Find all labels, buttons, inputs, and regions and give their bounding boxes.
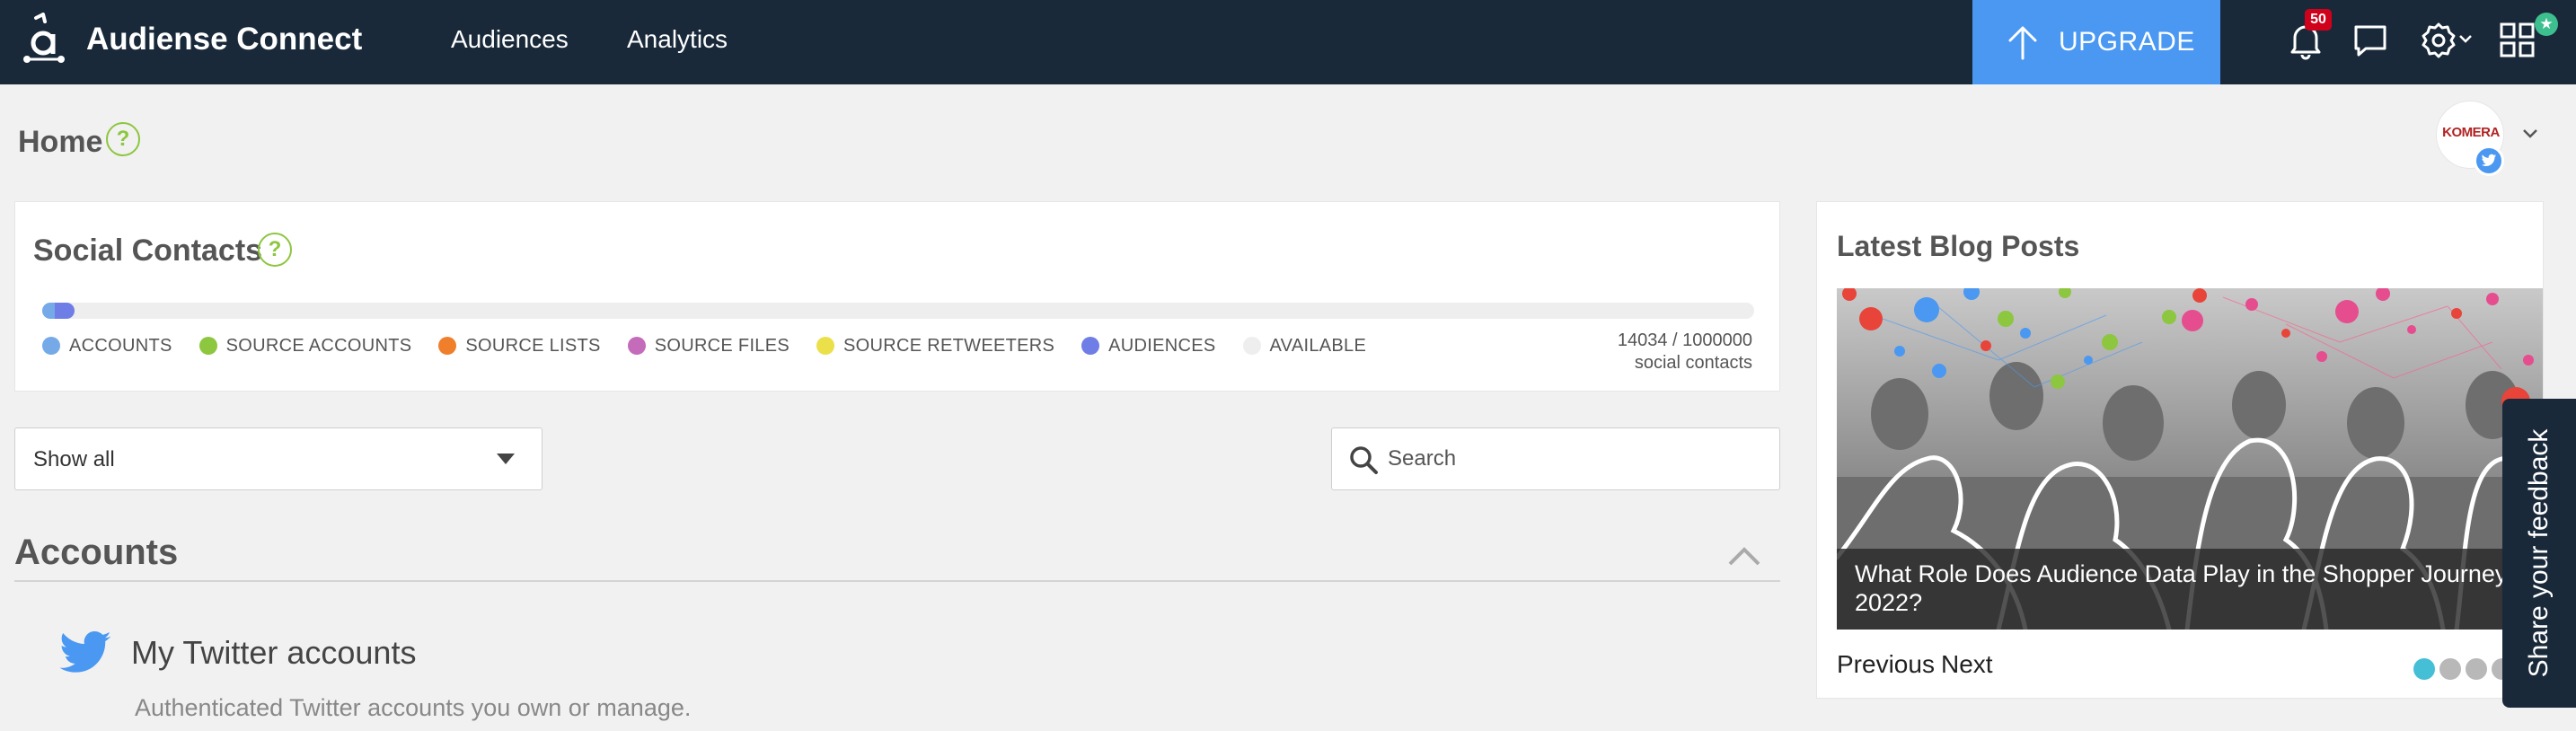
social-contacts-title: Social Contacts — [33, 233, 263, 268]
social-contacts-card: Social Contacts ? ACCOUNTS SOURCE ACCOUNT… — [14, 201, 1780, 392]
arrow-up-icon — [2008, 26, 2037, 60]
nav-analytics[interactable]: Analytics — [627, 23, 728, 56]
section-divider — [14, 580, 1780, 582]
legend-label: SOURCE FILES — [654, 336, 790, 356]
legend-label: AVAILABLE — [1269, 336, 1367, 356]
blog-next-button[interactable]: Next — [1941, 649, 1993, 680]
twitter-bird-icon — [59, 630, 111, 673]
carousel-dot[interactable] — [2413, 658, 2435, 680]
notification-count-badge: 50 — [2305, 9, 2332, 31]
legend-dot — [627, 337, 646, 355]
legend-item: ACCOUNTS — [42, 335, 172, 357]
blog-post-image[interactable]: What Role Does Audience Data Play in the… — [1837, 288, 2543, 630]
twitter-bird-icon — [2481, 154, 2497, 166]
twitter-accounts-title: My Twitter accounts — [131, 634, 417, 671]
account-filter-select[interactable]: Show all — [14, 427, 543, 490]
blog-post-caption: What Role Does Audience Data Play in the… — [1837, 549, 2543, 630]
chevron-up-icon[interactable] — [1726, 544, 1762, 568]
upgrade-button[interactable]: UPGRADE — [1972, 0, 2220, 84]
search-input[interactable] — [1388, 441, 1765, 477]
usage-bar-audiences-segment — [55, 303, 75, 319]
legend-dot — [42, 337, 60, 355]
legend-item: AUDIENCES — [1081, 335, 1215, 357]
feedback-tab[interactable]: Share your feedback — [2502, 399, 2576, 708]
page-title: Home — [18, 125, 103, 159]
social-contacts-total: 14034 / 1000000 social contacts — [1618, 330, 1752, 374]
social-contacts-unit: social contacts — [1634, 353, 1752, 373]
search-box — [1331, 427, 1780, 490]
legend-item: SOURCE RETWEETERS — [816, 335, 1054, 357]
chevron-down-icon[interactable] — [2520, 126, 2540, 140]
latest-blog-posts-card: Latest Blog Posts What Role Does Audienc… — [1816, 201, 2544, 699]
usage-legend: ACCOUNTS SOURCE ACCOUNTS SOURCE LISTS SOURC… — [42, 335, 1393, 357]
usage-bar-accounts-segment — [42, 303, 56, 319]
star-icon: ★ — [2535, 13, 2558, 36]
legend-label: SOURCE RETWEETERS — [843, 336, 1055, 356]
legend-item: SOURCE LISTS — [438, 335, 600, 357]
feedback-label: Share your feedback — [2524, 428, 2554, 678]
chat-bubble-icon[interactable] — [2350, 20, 2391, 61]
legend-item: AVAILABLE — [1242, 335, 1367, 357]
blog-post-title[interactable]: What Role Does Audience Data Play in the… — [1855, 559, 2537, 617]
social-contacts-count: 14034 / 1000000 — [1617, 330, 1752, 350]
blog-previous-button[interactable]: Previous — [1837, 649, 1935, 680]
avatar-logo-text: KOMERA — [2442, 125, 2500, 140]
nav-audiences[interactable]: Audiences — [451, 23, 569, 56]
top-navigation-bar: Audiense Connect Audiences Analytics UPG… — [0, 0, 2576, 84]
legend-dot — [816, 337, 835, 355]
legend-label: SOURCE LISTS — [465, 336, 601, 356]
carousel-dot[interactable] — [2439, 658, 2461, 680]
chevron-down-icon — [497, 454, 515, 464]
legend-dot — [198, 337, 217, 355]
legend-dot — [438, 337, 457, 355]
brand-name[interactable]: Audiense Connect — [86, 20, 362, 59]
search-icon — [1350, 446, 1378, 474]
legend-dot — [1081, 337, 1100, 355]
legend-dot — [1242, 337, 1261, 355]
twitter-accounts-subtitle: Authenticated Twitter accounts you own o… — [135, 694, 692, 721]
apps-grid-icon[interactable] — [2497, 20, 2538, 61]
legend-item: SOURCE ACCOUNTS — [198, 335, 412, 357]
gear-icon[interactable] — [2418, 20, 2459, 61]
account-filter-value: Show all — [33, 447, 115, 471]
legend-item: SOURCE FILES — [627, 335, 790, 357]
twitter-badge — [2474, 145, 2504, 176]
help-icon[interactable]: ? — [258, 233, 292, 267]
audiense-logo-icon[interactable] — [22, 13, 66, 66]
chevron-down-icon[interactable] — [2457, 32, 2474, 45]
blog-card-title: Latest Blog Posts — [1837, 230, 2080, 262]
accounts-section-title: Accounts — [14, 533, 179, 572]
legend-label: SOURCE ACCOUNTS — [225, 336, 412, 356]
legend-label: ACCOUNTS — [69, 336, 172, 356]
help-icon[interactable]: ? — [106, 122, 140, 156]
carousel-dot[interactable] — [2466, 658, 2487, 680]
legend-label: AUDIENCES — [1108, 336, 1216, 356]
upgrade-label: UPGRADE — [2059, 27, 2195, 57]
social-contacts-usage-bar — [42, 303, 1754, 319]
